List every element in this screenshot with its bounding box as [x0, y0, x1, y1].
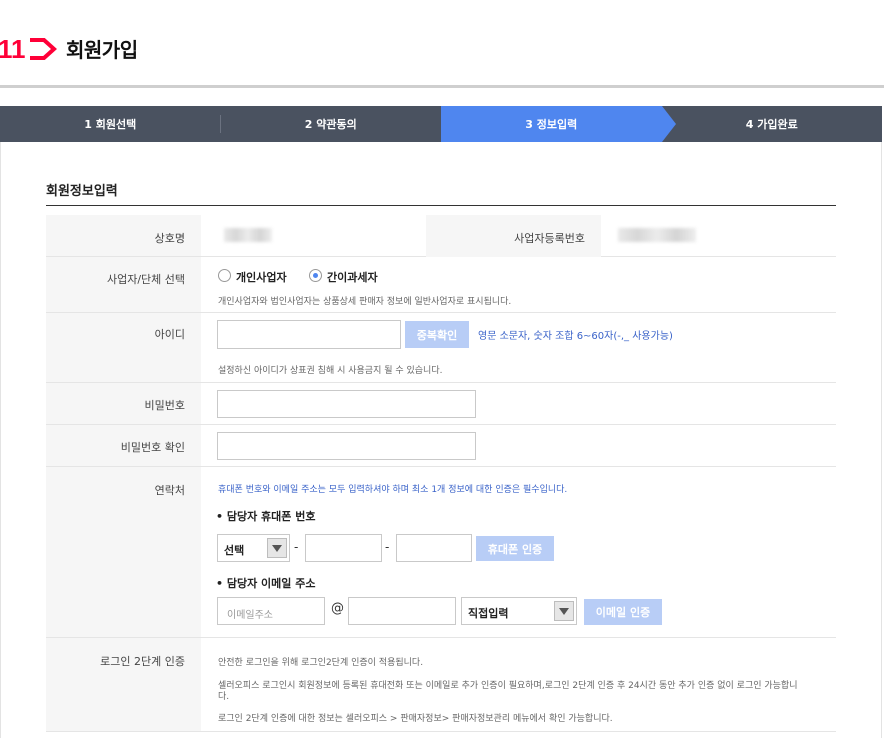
section-title: 회원정보입력 [46, 184, 118, 199]
two-factor-line-1: 안전한 로그인을 위해 로그인2단계 인증이 적용됩니다. [218, 658, 424, 668]
step-label: 2 약관동의 [304, 118, 357, 131]
row-biz-type: 사업자/단체 선택 개인사업자 간이과세자 개인사업자와 법인사업자는 상품상세… [46, 257, 836, 313]
contact-label: 연락처 [154, 484, 185, 497]
email-placeholder: 이메일주소 [227, 610, 273, 621]
password-label: 비밀번호 [144, 399, 185, 412]
biz-no-value-redacted [618, 228, 696, 242]
row-password-confirm: 비밀번호 확인 [46, 425, 836, 467]
two-factor-line-2-cont: 다. [218, 692, 230, 702]
page-header: 11 회원가입 [0, 0, 884, 90]
row-two-factor: 로그인 2단계 인증 안전한 로그인을 위해 로그인2단계 인증이 적용됩니다.… [46, 638, 836, 732]
row-label-bg: 비밀번호 확인 [46, 425, 201, 466]
email-domain-select[interactable]: 직접입력 [461, 597, 577, 625]
radio-individual-label[interactable]: 개인사업자 [236, 269, 287, 285]
row-company: 상호명 사업자등록번호 [46, 215, 836, 257]
row-label-bg: 아이디 [46, 313, 201, 382]
id-duplicate-check-button[interactable]: 중복확인 [405, 321, 469, 348]
row-contact: 연락처 휴대폰 번호와 이메일 주소는 모두 입력하셔야 하며 최소 1개 정보… [46, 467, 836, 638]
id-note: 설정하신 아이디가 상표권 침해 시 사용금지 될 수 있습니다. [218, 366, 443, 376]
email-verify-button[interactable]: 이메일 인증 [584, 599, 662, 625]
id-input[interactable] [217, 320, 401, 349]
signup-steps: 1 회원선택 2 약관동의 3 정보입력 4 가입완료 [0, 106, 882, 142]
row-label-bg: 사업자/단체 선택 [46, 257, 201, 312]
two-factor-line-2: 셀러오피스 로그인시 회원정보에 등록된 휴대전화 또는 이메일로 추가 인증이… [218, 681, 798, 691]
step-2: 2 약관동의 [221, 106, 442, 142]
radio-simplified-tax[interactable] [309, 269, 322, 282]
row-label-bg: 로그인 2단계 인증 [46, 638, 201, 731]
password-confirm-label: 비밀번호 확인 [120, 441, 185, 454]
section-divider [46, 205, 836, 206]
biz-no-label: 사업자등록번호 [514, 232, 585, 245]
row-label-bg: 연락처 [46, 467, 201, 637]
email-domain-input[interactable] [348, 597, 456, 625]
phone-dash-2: - [385, 540, 390, 554]
step-label: 4 가입완료 [745, 118, 798, 131]
email-domain-value: 직접입력 [468, 607, 509, 620]
row-label-bg: 비밀번호 [46, 383, 201, 424]
email-section-title: • 담당자 이메일 주소 [216, 577, 316, 590]
phone-prefix-value: 선택 [224, 544, 245, 557]
step-label: 3 정보입력 [525, 118, 578, 131]
step-4: 4 가입완료 [662, 106, 883, 142]
row-password: 비밀번호 [46, 383, 836, 425]
email-id-input[interactable]: 이메일주소 [217, 597, 325, 625]
company-value-redacted [224, 228, 272, 242]
phone-middle-input[interactable] [305, 534, 382, 562]
phone-section-title: • 담당자 휴대폰 번호 [216, 510, 316, 523]
password-input[interactable] [217, 390, 476, 418]
at-sign: @ [331, 601, 344, 616]
biz-no-label-cell: 사업자등록번호 [426, 215, 601, 257]
header-divider [0, 85, 884, 88]
step-label: 1 회원선택 [84, 118, 137, 131]
biz-type-label: 사업자/단체 선택 [106, 273, 185, 286]
phone-dash-1: - [294, 540, 299, 554]
radio-individual[interactable] [218, 269, 231, 282]
company-label: 상호명 [154, 232, 185, 245]
row-id: 아이디 중복확인 영문 소문자, 숫자 조합 6~60자(-,_ 사용가능) 설… [46, 313, 836, 383]
step-1: 1 회원선택 [0, 106, 221, 142]
phone-last-input[interactable] [396, 534, 472, 562]
id-rule-hint: 영문 소문자, 숫자 조합 6~60자(-,_ 사용가능) [478, 331, 673, 342]
svg-text:11: 11 [0, 36, 26, 62]
page-title: 회원가입 [66, 38, 138, 62]
chevron-down-icon[interactable] [267, 538, 287, 558]
phone-prefix-select[interactable]: 선택 [217, 534, 290, 562]
row-label-bg: 상호명 [46, 215, 201, 256]
11st-logo[interactable]: 11 [0, 36, 60, 62]
radio-simplified-tax-label[interactable]: 간이과세자 [327, 269, 378, 285]
password-confirm-input[interactable] [217, 432, 476, 460]
chevron-down-icon[interactable] [554, 601, 574, 621]
contact-note: 휴대폰 번호와 이메일 주소는 모두 입력하셔야 하며 최소 1개 정보에 대한… [218, 485, 568, 495]
two-factor-line-3: 로그인 2단계 인증에 대한 정보는 셀러오피스 > 판매자정보> 판매자정보관… [218, 714, 613, 724]
biz-type-note: 개인사업자와 법인사업자는 상품상세 판매자 정보에 일반사업자로 표시됩니다. [218, 297, 512, 307]
two-factor-label: 로그인 2단계 인증 [100, 655, 185, 668]
step-3-active: 3 정보입력 [441, 106, 676, 142]
id-label: 아이디 [154, 328, 185, 341]
phone-verify-button[interactable]: 휴대폰 인증 [476, 536, 554, 561]
step-arrow [661, 106, 676, 142]
